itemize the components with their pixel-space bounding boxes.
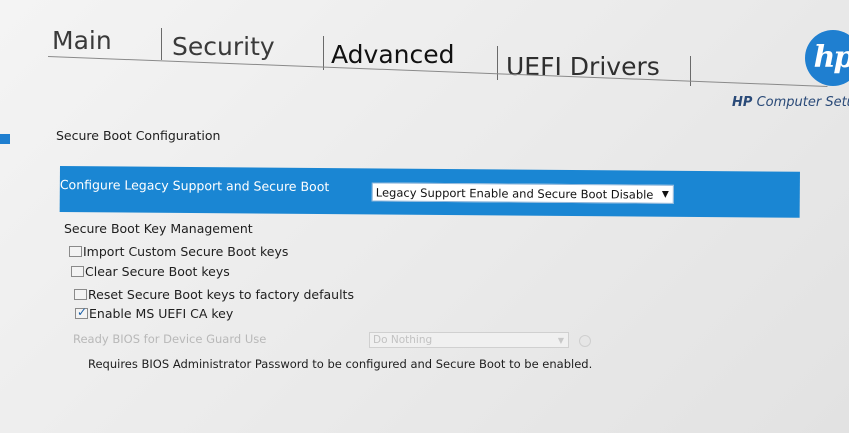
reset-keys-label: Reset Secure Boot keys to factory defaul…: [88, 287, 354, 302]
brand-product: Computer Setup: [756, 95, 849, 110]
legacy-support-value: Legacy Support Enable and Secure Boot Di…: [375, 185, 654, 202]
chevron-down-icon: ▼: [661, 189, 669, 200]
checkbox-checked[interactable]: [75, 305, 88, 319]
requirement-note: Requires BIOS Administrator Password to …: [88, 357, 593, 371]
legacy-support-row[interactable]: Configure Legacy Support and Secure Boot…: [59, 166, 800, 218]
device-guard-label: Ready BIOS for Device Guard Use: [73, 332, 267, 346]
reset-keys-option[interactable]: Reset Secure Boot keys to factory defaul…: [74, 287, 354, 302]
device-guard-row: Ready BIOS for Device Guard Use Do Nothi…: [73, 332, 613, 350]
tab-security[interactable]: Security: [172, 32, 275, 61]
legacy-support-label: Configure Legacy Support and Secure Boot: [59, 176, 330, 195]
scroll-marker: [0, 134, 10, 144]
import-keys-option[interactable]: Import Custom Secure Boot keys: [69, 244, 288, 259]
clear-keys-option[interactable]: Clear Secure Boot keys: [71, 264, 230, 279]
device-guard-select: Do Nothing ▼: [369, 332, 569, 348]
tab-divider: [497, 46, 498, 80]
app-title: HP Computer Setup: [732, 95, 849, 110]
tab-divider: [323, 36, 324, 70]
checkbox[interactable]: [69, 246, 82, 257]
tab-divider: [161, 28, 162, 60]
enable-ms-uefi-ca-option[interactable]: Enable MS UEFI CA key: [75, 305, 234, 321]
section-title: Secure Boot Configuration: [56, 128, 221, 143]
chevron-down-icon: ▼: [557, 336, 564, 345]
brand-company: HP: [732, 95, 753, 110]
legacy-support-select[interactable]: Legacy Support Enable and Secure Boot Di…: [371, 182, 674, 204]
import-keys-label: Import Custom Secure Boot keys: [83, 244, 289, 259]
clear-keys-label: Clear Secure Boot keys: [85, 264, 230, 279]
tab-bar: Main Security Advanced UEFI Drivers: [0, 0, 849, 95]
device-guard-value: Do Nothing: [373, 334, 433, 346]
tab-advanced[interactable]: Advanced: [331, 40, 455, 69]
enable-ms-uefi-ca-label: Enable MS UEFI CA key: [89, 306, 234, 321]
checkbox[interactable]: [74, 289, 87, 300]
checkbox[interactable]: [71, 266, 84, 277]
key-management-title: Secure Boot Key Management: [64, 221, 253, 236]
tab-main[interactable]: Main: [52, 26, 112, 55]
help-icon: [579, 335, 591, 347]
